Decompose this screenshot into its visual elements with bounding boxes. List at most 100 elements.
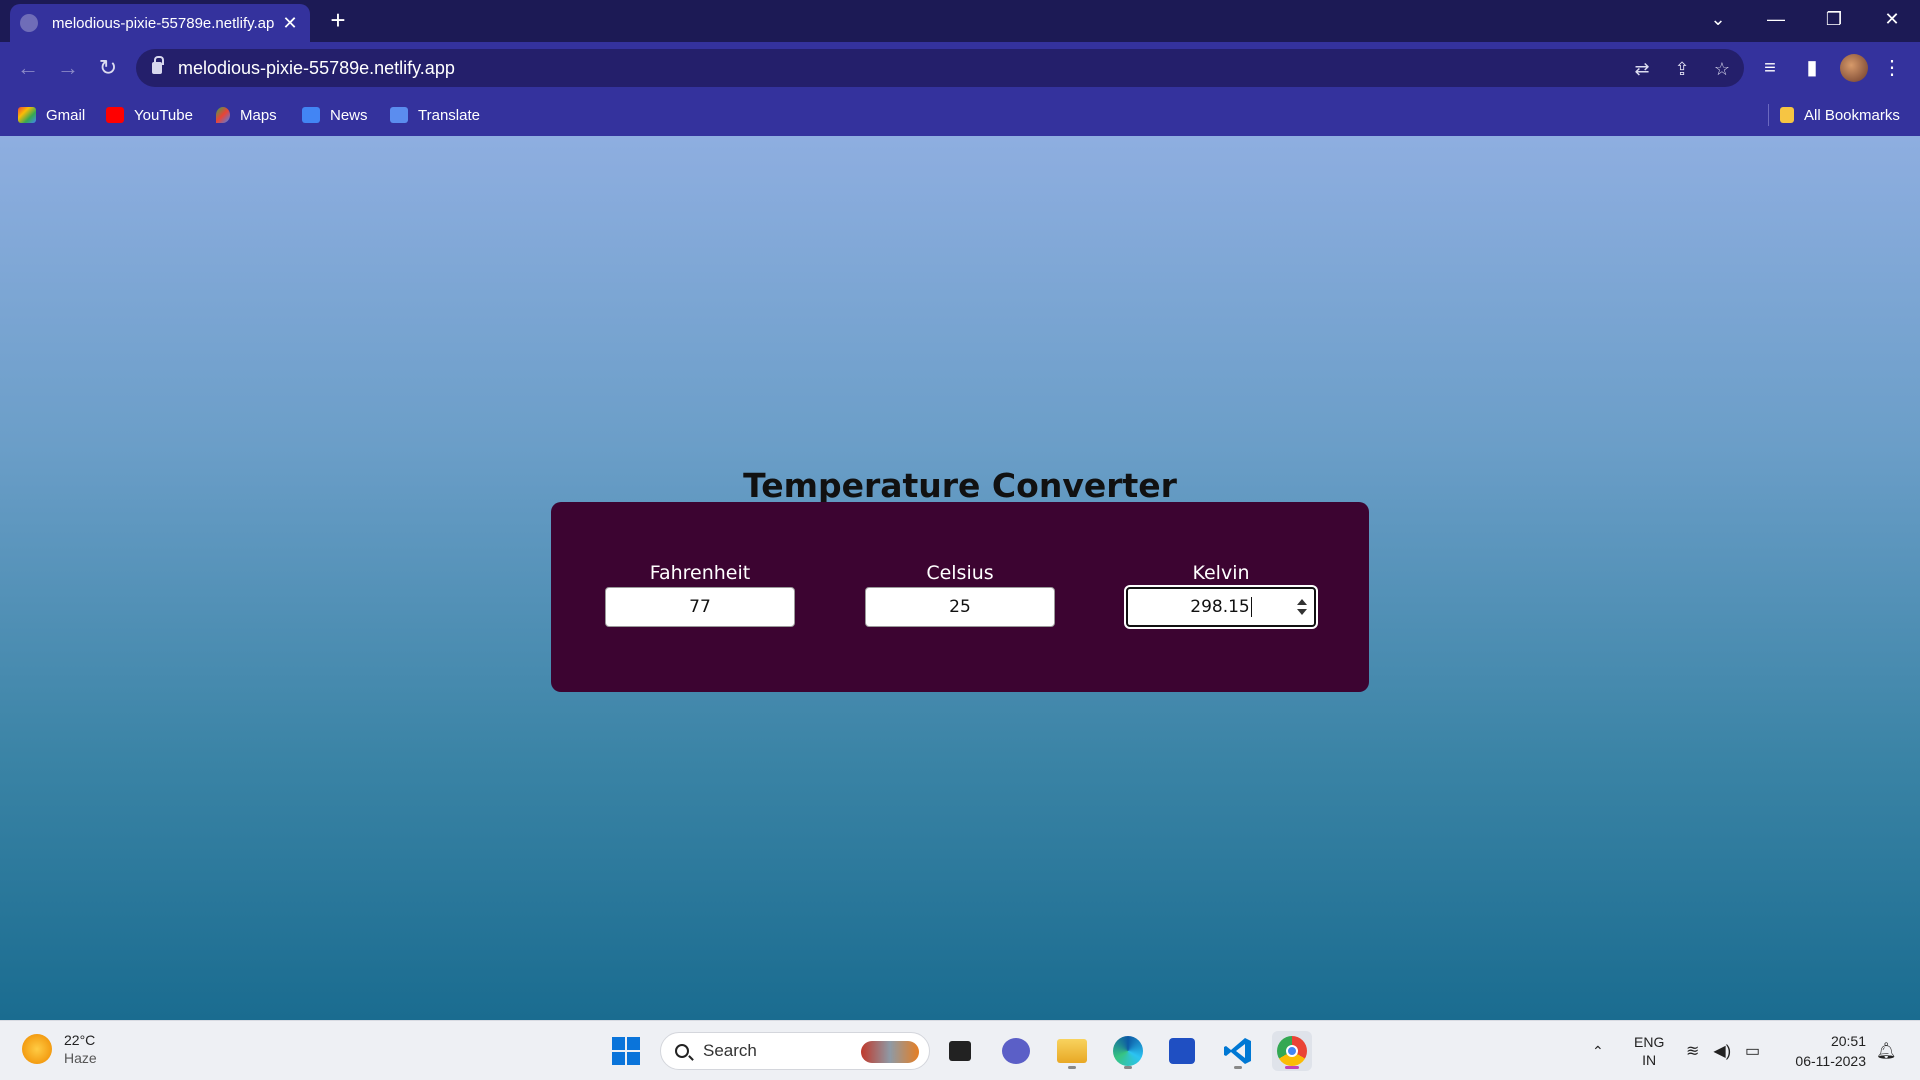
notification-bell-icon: 🔔︎ [1876, 1043, 1897, 1060]
kelvin-value: 298.15 [1190, 597, 1250, 617]
vscode-button[interactable] [1218, 1031, 1258, 1071]
bookmark-youtube[interactable]: YouTube [106, 94, 193, 136]
bookmark-label: YouTube [134, 106, 193, 124]
volume-icon: ◀) [1713, 1043, 1732, 1060]
search-icon [675, 1044, 689, 1058]
store-button[interactable] [1162, 1031, 1202, 1071]
bookmarks-bar: Gmail YouTube Maps News Translate All Bo… [0, 94, 1920, 136]
kelvin-label: Kelvin [1192, 562, 1250, 584]
vscode-icon [1224, 1038, 1251, 1064]
weather-desc: Haze [64, 1050, 97, 1066]
active-indicator [1285, 1066, 1299, 1069]
page-viewport: Temperature Converter Fahrenheit 77 Cels… [0, 136, 1920, 1020]
clock-time: 20:51 [1830, 1033, 1866, 1049]
language-indicator[interactable]: ENG IN [1634, 1021, 1664, 1080]
notifications-button[interactable]: 🔔︎ [1876, 1021, 1896, 1080]
reload-icon[interactable]: ↻ [92, 52, 124, 84]
celsius-field: Celsius 25 [865, 562, 1055, 627]
quick-settings[interactable]: ≋ ◀) ▭ [1686, 1021, 1760, 1080]
start-button[interactable] [606, 1031, 646, 1071]
file-explorer-button[interactable] [1052, 1031, 1092, 1071]
number-spinner[interactable] [1296, 597, 1308, 617]
battery-icon: ▭ [1745, 1043, 1761, 1060]
task-view-button[interactable] [940, 1031, 980, 1071]
bookmark-label: Gmail [46, 106, 86, 124]
weather-widget[interactable]: 22°C Haze [22, 1031, 97, 1067]
clock[interactable]: 20:51 06-11-2023 [1780, 1031, 1866, 1071]
new-tab-button[interactable]: + [324, 6, 352, 34]
translate-icon[interactable]: ⇄ [1630, 57, 1654, 81]
browser-toolbar: ← → ↻ melodious-pixie-55789e.netlify.app… [0, 42, 1920, 94]
maps-pin-icon [216, 107, 230, 123]
edge-icon [1113, 1036, 1143, 1066]
bookmark-maps[interactable]: Maps [216, 94, 277, 136]
lang-secondary: IN [1642, 1052, 1657, 1068]
fahrenheit-field: Fahrenheit 77 [605, 562, 795, 627]
folder-icon [1780, 107, 1794, 123]
address-bar[interactable]: melodious-pixie-55789e.netlify.app ⇄ ⇪ ☆ [136, 49, 1744, 87]
store-icon [1169, 1038, 1195, 1064]
chat-app-button[interactable] [996, 1031, 1036, 1071]
tab-strip: melodious-pixie-55789e.netlify.app ✕ + ⌄… [0, 0, 1920, 42]
chevron-up-icon: ⌃ [1592, 1042, 1604, 1059]
bookmark-gmail[interactable]: Gmail [18, 94, 85, 136]
tab-search-icon[interactable]: ⌄ [1690, 0, 1746, 40]
converter-card: Fahrenheit 77 Celsius 25 Kelvin 298.15 [551, 502, 1369, 692]
restore-button[interactable]: ❐ [1806, 0, 1862, 40]
fahrenheit-input[interactable]: 77 [605, 587, 795, 627]
spinner-down-icon[interactable] [1297, 609, 1307, 615]
search-placeholder: Search [703, 1041, 757, 1060]
task-view-icon [949, 1041, 971, 1061]
menu-kebab-icon[interactable]: ⋮ [1876, 52, 1908, 84]
bookmark-label: Maps [240, 106, 277, 124]
youtube-icon [106, 107, 124, 123]
reading-list-icon[interactable]: ≡ [1754, 52, 1786, 84]
back-arrow-icon[interactable]: ← [12, 52, 44, 84]
close-window-button[interactable]: ✕ [1864, 0, 1920, 40]
bookmark-news[interactable]: News [302, 94, 368, 136]
bookmarks-divider [1768, 104, 1769, 126]
chrome-icon [1277, 1036, 1307, 1066]
globe-icon [20, 14, 38, 32]
profile-avatar[interactable] [1840, 54, 1868, 82]
tab-title: melodious-pixie-55789e.netlify.app [52, 14, 274, 32]
edge-browser-button[interactable] [1108, 1031, 1148, 1071]
windows-logo-icon [612, 1037, 640, 1065]
celsius-input[interactable]: 25 [865, 587, 1055, 627]
bookmark-star-icon[interactable]: ☆ [1710, 57, 1734, 81]
forward-arrow-icon[interactable]: → [52, 52, 84, 84]
all-bookmarks-button[interactable]: All Bookmarks [1780, 94, 1900, 136]
translate-icon [390, 107, 408, 123]
side-panel-icon[interactable]: ▮ [1796, 52, 1828, 84]
wifi-icon: ≋ [1686, 1043, 1700, 1060]
spinner-up-icon[interactable] [1297, 599, 1307, 605]
show-hidden-icons[interactable]: ⌃ [1592, 1021, 1604, 1080]
taskbar-search[interactable]: Search [660, 1032, 930, 1070]
fahrenheit-label: Fahrenheit [649, 562, 751, 584]
browser-tab[interactable]: melodious-pixie-55789e.netlify.app ✕ [10, 4, 310, 42]
weather-haze-icon [22, 1034, 52, 1064]
close-tab-icon[interactable]: ✕ [280, 13, 300, 34]
all-bookmarks-label: All Bookmarks [1804, 106, 1900, 124]
fahrenheit-value: 77 [689, 597, 711, 617]
celsius-value: 25 [949, 597, 971, 617]
kelvin-input[interactable]: 298.15 [1126, 587, 1316, 627]
text-caret [1250, 597, 1252, 617]
running-indicator [1068, 1066, 1076, 1069]
clock-date: 06-11-2023 [1795, 1053, 1866, 1069]
share-icon[interactable]: ⇪ [1670, 57, 1694, 81]
search-highlight-image [861, 1041, 919, 1063]
running-indicator [1124, 1066, 1132, 1069]
minimize-button[interactable]: — [1748, 0, 1804, 40]
lang-primary: ENG [1634, 1034, 1665, 1050]
chrome-button[interactable] [1272, 1031, 1312, 1071]
weather-temp: 22°C [64, 1032, 96, 1048]
windows-taskbar: 22°C Haze Search ⌃ ENG IN ≋ ◀) ▭ 20:51 0… [0, 1020, 1920, 1080]
bookmark-label: News [330, 106, 368, 124]
news-icon [302, 107, 320, 123]
teams-chat-icon [1002, 1038, 1030, 1064]
page-title: Temperature Converter [743, 466, 1177, 505]
kelvin-field: Kelvin 298.15 [1126, 562, 1316, 627]
lock-icon[interactable] [152, 56, 164, 74]
bookmark-translate[interactable]: Translate [390, 94, 480, 136]
